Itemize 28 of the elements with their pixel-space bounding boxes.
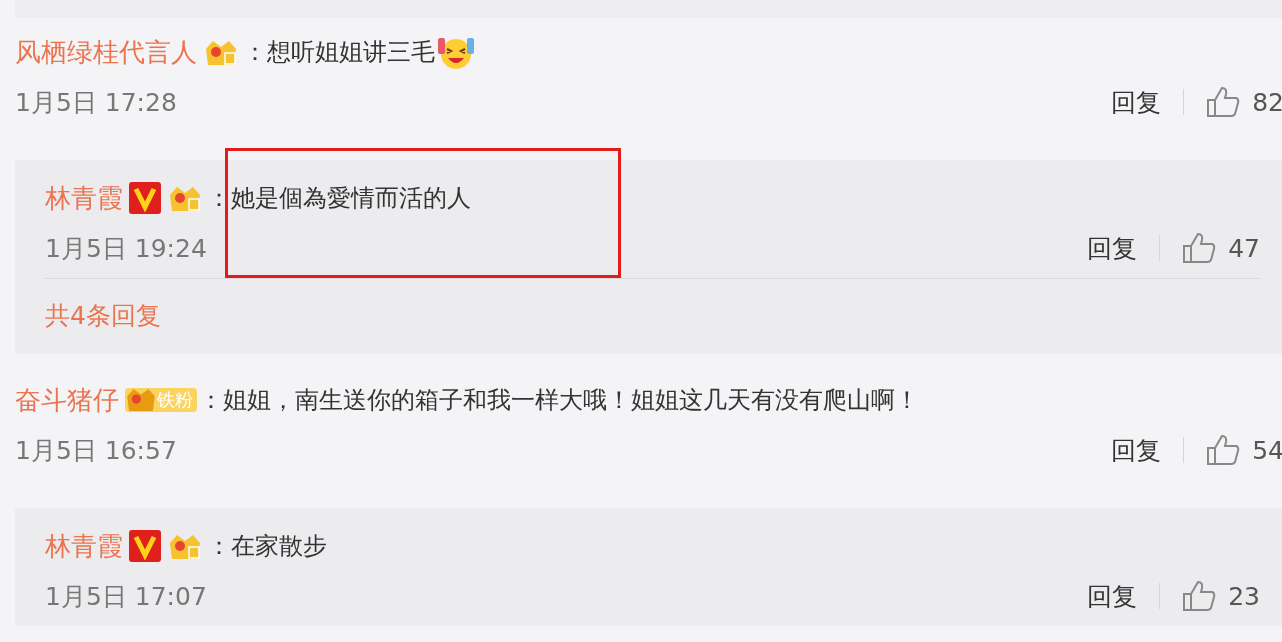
timestamp: 1月5日 19:24 xyxy=(45,232,207,265)
fan-label: 铁粉 xyxy=(157,388,193,412)
like-count: 82 xyxy=(1252,87,1282,117)
username[interactable]: 风栖绿桂代言人 xyxy=(15,34,197,70)
more-replies-link[interactable]: 共4条回复 xyxy=(45,301,161,330)
thumbs-up-icon[interactable] xyxy=(1206,86,1241,118)
username[interactable]: 林青霞 xyxy=(45,528,123,564)
reply-button[interactable]: 回复 xyxy=(1111,433,1162,467)
thumbs-up-icon[interactable] xyxy=(1206,434,1241,466)
thumbs-up-icon[interactable] xyxy=(1182,232,1217,264)
reply-button[interactable]: 回复 xyxy=(1087,579,1138,613)
reply-button[interactable]: 回复 xyxy=(1087,231,1138,265)
comment-text: ：想听姐姐讲三毛 xyxy=(243,37,435,68)
reply-text: ：她是個為愛情而活的人 xyxy=(207,183,471,214)
reply-text: ：在家散步 xyxy=(207,531,327,562)
comment-text: ：姐姐，南生送你的箱子和我一样大哦！姐姐这几天有没有爬山啊！ xyxy=(199,385,919,416)
timestamp: 1月5日 17:28 xyxy=(15,86,177,119)
timestamp: 1月5日 16:57 xyxy=(15,434,177,467)
reply-button[interactable]: 回复 xyxy=(1111,85,1162,119)
thumbs-up-icon[interactable] xyxy=(1182,580,1217,612)
like-count: 54 xyxy=(1252,435,1282,465)
timestamp: 1月5日 17:07 xyxy=(45,580,207,613)
verified-icon xyxy=(129,182,161,214)
like-count: 47 xyxy=(1228,233,1260,263)
username[interactable]: 奋斗猪仔 xyxy=(15,382,119,418)
username[interactable]: 林青霞 xyxy=(45,180,123,216)
like-count: 23 xyxy=(1228,581,1260,611)
verified-icon xyxy=(129,530,161,562)
